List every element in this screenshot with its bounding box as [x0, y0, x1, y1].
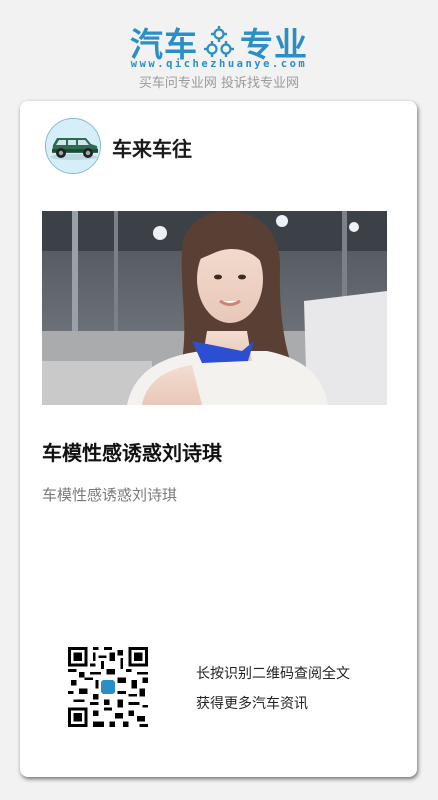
gear-icon	[204, 26, 234, 57]
article-summary: 车模性感诱惑刘诗琪	[42, 486, 178, 504]
site-slogan: 买车问专业网 投诉找专业网	[138, 76, 300, 91]
article-photo[interactable]	[42, 211, 387, 405]
article-card[interactable]: 车来车往 车模性感诱惑刘诗琪 车模性感诱惑刘诗琪 长按识别二维码查阅全文 获得更…	[20, 101, 417, 777]
qr-instruction: 长按识别二维码查阅全文	[196, 666, 350, 682]
qr-code-icon[interactable]	[68, 647, 148, 727]
qr-subtext: 获得更多汽车资讯	[196, 696, 308, 712]
author-avatar[interactable]	[45, 118, 101, 174]
author-name[interactable]: 车来车往	[112, 133, 192, 162]
site-url[interactable]: www.qichezhuanye.com	[0, 58, 438, 70]
car-icon	[46, 119, 100, 173]
site-header: 汽车 专业 www.qichezhuanye.com 买车问专业网 投诉找专业网	[0, 0, 438, 100]
article-title[interactable]: 车模性感诱惑刘诗琪	[42, 437, 222, 466]
photo-illustration	[42, 211, 387, 405]
